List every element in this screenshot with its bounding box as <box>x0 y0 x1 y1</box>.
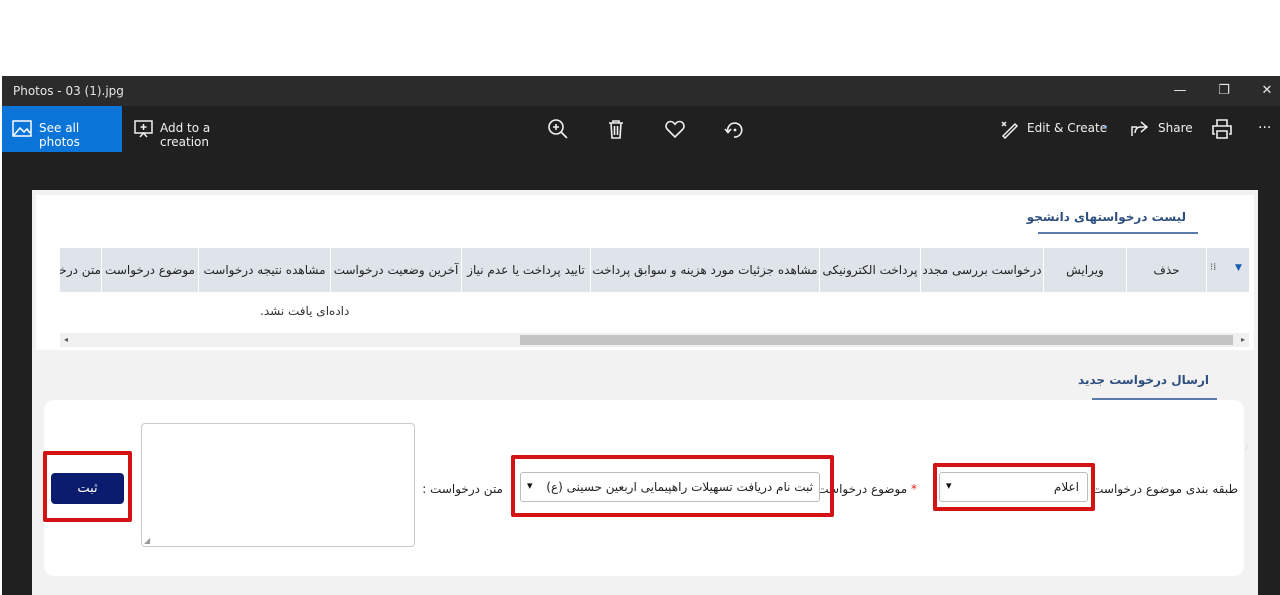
title-bar: Photos - 03 (1).jpg — ❐ ✕ <box>2 76 1280 106</box>
chevron-right-icon: › <box>1243 436 1251 457</box>
highlight-box-submit <box>43 451 132 522</box>
column-header-reconsideration[interactable]: درخواست بررسی مجدد <box>921 248 1044 292</box>
horizontal-scrollbar[interactable]: ◂ ▸ <box>60 333 1249 347</box>
edit-create-button[interactable]: Edit & Create ⌄ <box>1000 106 1115 152</box>
add-to-creation-label: Add to a creation <box>160 121 211 149</box>
column-header-e-payment[interactable]: پرداخت الکترونیکی <box>820 248 921 292</box>
photos-icon <box>12 120 32 137</box>
see-all-photos-label: See all photos <box>39 121 80 149</box>
edit-create-label: Edit & Create <box>1027 121 1108 135</box>
column-header-result[interactable]: مشاهده نتیجه درخواست <box>199 248 331 292</box>
request-text-label: متن درخواست : <box>422 482 503 496</box>
share-icon <box>1131 121 1149 136</box>
share-button[interactable]: Share <box>1130 106 1195 152</box>
column-menu-icon[interactable]: ⁝⁞ <box>1210 262 1216 273</box>
grid-header: ⁝⁞ ▼ حذف ویرایش درخواست بررسی مجدد پرداخ… <box>60 248 1249 292</box>
column-header-text[interactable]: متن درخواست <box>60 248 102 292</box>
minimize-button[interactable]: — <box>1163 80 1197 102</box>
column-header-edit[interactable]: ویرایش <box>1044 248 1127 292</box>
screen: Photos - 03 (1).jpg — ❐ ✕ See all photos… <box>0 0 1280 595</box>
maximize-button[interactable]: ❐ <box>1207 80 1241 102</box>
close-button[interactable]: ✕ <box>1250 80 1280 102</box>
required-mark: * <box>911 482 917 496</box>
scrollbar-thumb[interactable] <box>520 335 1233 345</box>
window-title: Photos - 03 (1).jpg <box>13 84 124 98</box>
new-request-section-title[interactable]: ارسال درخواست جدید <box>1078 373 1209 387</box>
column-header-last-status[interactable]: آخرین وضعیت درخواست <box>331 248 462 292</box>
highlight-box-subject <box>511 455 834 517</box>
chevron-down-icon: ⌄ <box>1101 120 1110 131</box>
category-label: طبقه بندی موضوع درخواست <box>1092 482 1238 496</box>
scroll-right-arrow-icon[interactable]: ▸ <box>1237 333 1249 347</box>
more-options-button[interactable]: ··· <box>1258 120 1271 136</box>
list-tab-underline <box>1038 232 1198 234</box>
scroll-left-arrow-icon[interactable]: ◂ <box>60 333 72 347</box>
resize-grip-icon[interactable]: ◢ <box>144 536 150 545</box>
add-to-creation-button[interactable]: Add to a creation <box>132 106 262 152</box>
rotate-icon[interactable] <box>722 117 746 141</box>
highlight-box-category <box>933 463 1095 511</box>
share-label: Share <box>1158 121 1193 135</box>
column-header-subject[interactable]: موضوع درخواست <box>102 248 199 292</box>
favorite-heart-icon[interactable] <box>663 117 687 141</box>
zoom-in-icon[interactable] <box>546 117 570 141</box>
list-section-title[interactable]: لیست درخواستهای دانشجو <box>1027 210 1186 224</box>
column-header-payment-approval[interactable]: تایید پرداخت یا عدم نیاز <box>462 248 591 292</box>
column-header-delete[interactable]: حذف <box>1127 248 1207 292</box>
sort-caret-icon[interactable]: ▼ <box>1235 263 1242 273</box>
photos-toolbar: See all photos Add to a creation Edit & … <box>2 106 1280 152</box>
column-header-payment-details[interactable]: مشاهده جزئیات مورد هزینه و سوابق پرداخت <box>591 248 820 292</box>
no-data-message: داده‌ای یافت نشد. <box>260 304 350 318</box>
see-all-photos-button[interactable]: See all photos <box>2 106 122 152</box>
delete-icon[interactable] <box>604 117 628 141</box>
request-text-area[interactable]: ◢ <box>141 423 415 547</box>
edit-create-icon <box>1001 121 1019 139</box>
grid-body: داده‌ای یافت نشد. <box>60 292 1249 332</box>
print-icon[interactable] <box>1210 117 1234 141</box>
add-creation-icon <box>134 120 153 138</box>
